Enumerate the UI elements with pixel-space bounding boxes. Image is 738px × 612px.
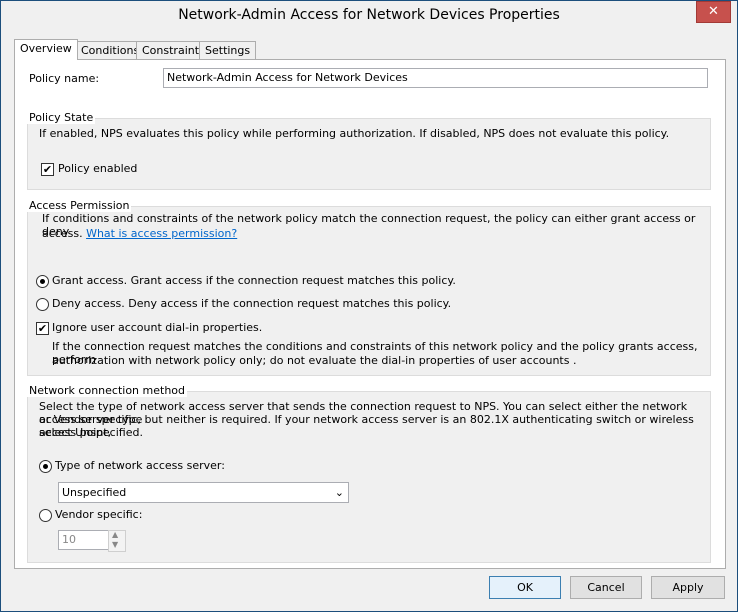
radio-selected-dot: [40, 279, 45, 284]
vendor-specific-label: Vendor specific:: [55, 508, 143, 521]
access-permission-title: Access Permission: [27, 199, 132, 212]
radio-selected-dot: [43, 464, 48, 469]
type-server-label: Type of network access server:: [55, 459, 225, 472]
type-server-radio[interactable]: [39, 460, 52, 473]
properties-dialog: Network-Admin Access for Network Devices…: [0, 0, 738, 612]
vendor-spin-input[interactable]: 10: [58, 530, 109, 550]
network-server-type-select[interactable]: Unspecified ⌄: [58, 482, 349, 503]
access-permission-description-end: access.: [42, 227, 83, 240]
network-method-group: Network connection method Select the typ…: [27, 384, 711, 563]
chevron-down-icon: ⌄: [334, 486, 344, 499]
title-bar[interactable]: Network-Admin Access for Network Devices…: [1, 1, 737, 32]
deny-access-label: Deny access. Deny access if the connecti…: [52, 297, 452, 310]
access-permission-description-2: access. What is access permission?: [42, 227, 237, 240]
what-is-access-permission-link[interactable]: What is access permission?: [86, 227, 237, 240]
policy-state-title: Policy State: [27, 111, 96, 124]
deny-access-radio[interactable]: [36, 298, 49, 311]
access-permission-group: Access Permission If conditions and cons…: [27, 199, 711, 376]
ignore-dialin-checkbox[interactable]: ✔: [36, 322, 49, 335]
policy-enabled-checkbox[interactable]: ✔: [41, 163, 54, 176]
close-icon[interactable]: ✕: [696, 1, 731, 23]
tab-settings[interactable]: Settings: [199, 41, 257, 59]
grant-access-label: Grant access. Grant access if the connec…: [52, 274, 456, 287]
tab-overview[interactable]: Overview: [14, 39, 78, 60]
network-method-title: Network connection method: [27, 384, 188, 397]
network-method-description-3: select Unspecified.: [39, 426, 143, 439]
policy-state-group: Policy State If enabled, NPS evaluates t…: [27, 111, 711, 190]
policy-state-description: If enabled, NPS evaluates this policy wh…: [39, 127, 670, 140]
network-server-type-value: Unspecified: [62, 486, 127, 499]
apply-button[interactable]: Apply: [651, 576, 725, 599]
cancel-button[interactable]: Cancel: [570, 576, 642, 599]
tab-conditions[interactable]: Conditions: [75, 41, 146, 59]
ok-button[interactable]: OK: [489, 576, 561, 599]
chevron-up-icon[interactable]: ▲: [112, 530, 118, 539]
ignore-dialin-label: Ignore user account dial-in properties.: [52, 321, 263, 334]
vendor-spin-stepper[interactable]: ▲ ▼: [108, 530, 126, 552]
grant-access-radio[interactable]: [36, 275, 49, 288]
window-title: Network-Admin Access for Network Devices…: [178, 7, 560, 23]
policy-name-input[interactable]: Network-Admin Access for Network Devices: [163, 68, 708, 88]
overview-panel: Policy name: Network-Admin Access for Ne…: [14, 59, 726, 569]
policy-name-label: Policy name:: [29, 72, 100, 85]
policy-enabled-label: Policy enabled: [58, 162, 138, 175]
vendor-specific-radio[interactable]: [39, 509, 52, 522]
ignore-dialin-description-2: authorization with network policy only; …: [52, 354, 577, 367]
chevron-down-icon[interactable]: ▼: [112, 540, 118, 549]
